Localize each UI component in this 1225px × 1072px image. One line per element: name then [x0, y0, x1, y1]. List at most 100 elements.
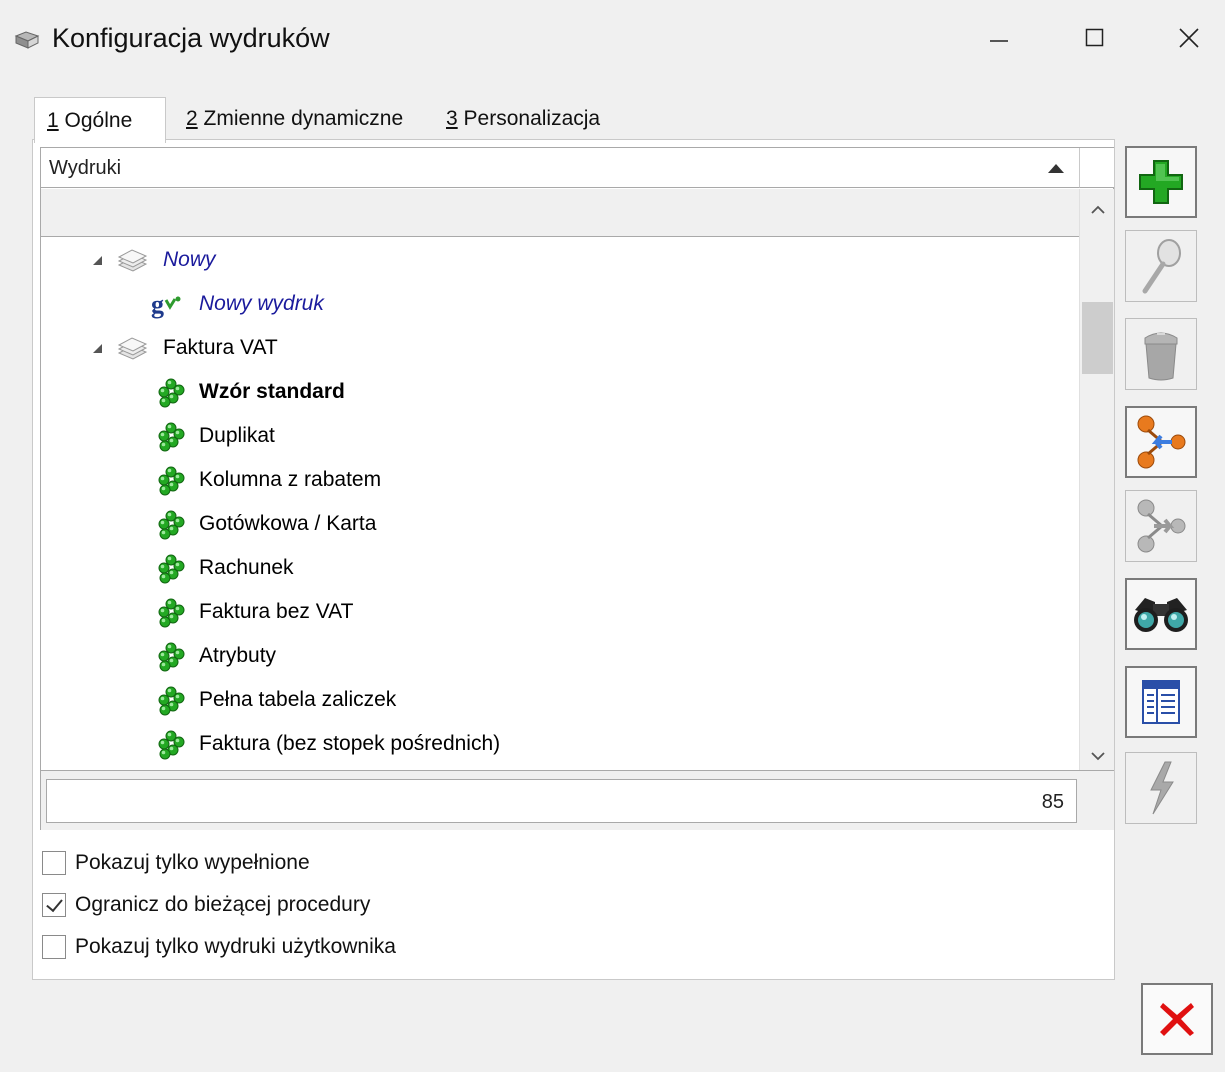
filter-row[interactable] — [41, 189, 1079, 237]
paste-print-button[interactable] — [1125, 490, 1197, 562]
tree-group-row[interactable]: Faktura VAT — [41, 326, 1079, 370]
expand-triangle-icon[interactable] — [93, 344, 102, 353]
tree-row-label: Duplikat — [199, 424, 275, 447]
tree-item-row[interactable]: Rachunek — [41, 546, 1079, 590]
tab-personalizacja[interactable]: 3 Personalizacja — [434, 97, 612, 141]
header-corner — [1079, 148, 1114, 188]
tab-label: Personalizacja — [463, 107, 601, 130]
column-header[interactable]: Wydruki — [41, 148, 1079, 188]
scroll-down-button[interactable] — [1080, 741, 1115, 771]
close-dialog-button[interactable] — [1141, 983, 1213, 1055]
green-clover-icon — [158, 422, 185, 452]
run-button[interactable] — [1125, 752, 1197, 824]
tree-item-row[interactable]: Wzór standard — [41, 370, 1079, 414]
close-window-button[interactable] — [1162, 14, 1216, 62]
tree-row-label: Faktura VAT — [163, 336, 278, 359]
copy-print-icon — [1137, 415, 1186, 469]
prints-grid: Wydruki Nowy g Nowy wydruk Faktura VAT W… — [40, 147, 1114, 830]
paste-print-icon — [1137, 499, 1186, 553]
gv-icon: g — [151, 290, 181, 319]
sort-ascending-icon — [1048, 164, 1064, 173]
checkbox[interactable] — [42, 893, 66, 917]
tree-row-label: Gotówkowa / Karta — [199, 512, 377, 535]
column-header-label: Wydruki — [49, 157, 122, 179]
green-clover-icon — [158, 642, 185, 672]
tree-item-row[interactable]: Faktura (bez stopek pośrednich) — [41, 722, 1079, 766]
document-stack-icon — [117, 337, 148, 360]
tree-item-row[interactable]: Kolumna z rabatem — [41, 458, 1079, 502]
tree-row-label: Wzór standard — [199, 380, 345, 403]
tree-item-row[interactable]: Atrybuty — [41, 634, 1079, 678]
tab-zmienne-dynamiczne[interactable]: 2 Zmienne dynamiczne — [174, 97, 415, 141]
tab-key: 2 — [186, 107, 198, 130]
tree-row-label: Faktura bez VAT — [199, 600, 354, 623]
tab-label: Ogólne — [64, 108, 133, 132]
record-count-box: 85 — [46, 779, 1077, 823]
scroll-thumb[interactable] — [1082, 302, 1113, 374]
option-limit-to-procedure[interactable]: Ogranicz do bieżącej procedury — [42, 890, 370, 920]
title-bar: Konfiguracja wydruków — [0, 0, 1225, 80]
columns-button[interactable] — [1125, 666, 1197, 738]
tree-row-label: Faktura (bez stopek pośrednich) — [199, 732, 501, 755]
grid-footer: 85 — [41, 770, 1114, 830]
tree-row-label: Rachunek — [199, 556, 294, 579]
tab-label: Zmienne dynamiczne — [203, 107, 404, 130]
maximize-button[interactable] — [1068, 14, 1122, 62]
tab-key: 3 — [446, 107, 458, 130]
binoculars-icon — [1134, 598, 1188, 632]
vertical-scrollbar[interactable] — [1079, 189, 1114, 771]
tree-row-label: Kolumna z rabatem — [199, 468, 382, 491]
tree-item-row[interactable]: Gotówkowa / Karta — [41, 502, 1079, 546]
table-columns-icon — [1142, 680, 1180, 724]
red-x-icon — [1160, 1003, 1194, 1036]
lightning-icon — [1150, 761, 1174, 815]
tree-item-row[interactable]: Pełna tabela zaliczek — [41, 678, 1079, 722]
tab-key: 1 — [47, 108, 59, 132]
minimize-icon — [990, 40, 1008, 42]
checkbox[interactable] — [42, 935, 66, 959]
delete-button[interactable] — [1125, 318, 1197, 390]
tree-row-label: Atrybuty — [199, 644, 277, 667]
tree-group-row[interactable]: Nowy — [41, 238, 1079, 282]
magnifier-icon — [1142, 239, 1181, 294]
printer-config-icon — [14, 31, 40, 49]
green-clover-icon — [158, 686, 185, 716]
maximize-icon — [1085, 28, 1104, 47]
tree-row-label: Pełna tabela zaliczek — [199, 688, 397, 711]
scroll-up-button[interactable] — [1080, 195, 1115, 225]
window-title: Konfiguracja wydruków — [52, 23, 330, 53]
tree-item-row[interactable]: g Nowy wydruk — [41, 282, 1079, 326]
option-show-filled-only[interactable]: Pokazuj tylko wypełnione — [42, 848, 310, 878]
tab-ogolne[interactable]: 1 Ogólne — [34, 97, 166, 143]
option-show-user-prints-only[interactable]: Pokazuj tylko wydruki użytkownika — [42, 932, 396, 962]
minimize-button[interactable] — [972, 14, 1026, 62]
svg-text:g: g — [151, 290, 164, 319]
tree-row-label: Nowy — [163, 248, 216, 271]
add-icon — [1139, 160, 1183, 204]
tree-row-label: Nowy wydruk — [199, 292, 324, 315]
green-clover-icon — [158, 730, 185, 760]
preview-button[interactable] — [1125, 230, 1197, 302]
chevron-up-icon — [1090, 205, 1105, 214]
close-icon — [1179, 28, 1199, 48]
green-clover-icon — [158, 598, 185, 628]
search-button[interactable] — [1125, 578, 1197, 650]
add-button[interactable] — [1125, 146, 1197, 218]
checkbox-label: Pokazuj tylko wypełnione — [75, 851, 310, 874]
green-clover-icon — [158, 378, 185, 408]
expand-triangle-icon[interactable] — [93, 256, 102, 265]
tree-item-row[interactable]: Faktura bez VAT — [41, 590, 1079, 634]
checkbox-label: Pokazuj tylko wydruki użytkownika — [75, 935, 396, 958]
green-clover-icon — [158, 510, 185, 540]
copy-print-button[interactable] — [1125, 406, 1197, 478]
checkbox-label: Ogranicz do bieżącej procedury — [75, 893, 371, 916]
checkbox[interactable] — [42, 851, 66, 875]
tree-item-row[interactable]: Duplikat — [41, 414, 1079, 458]
green-clover-icon — [158, 554, 185, 584]
trash-icon — [1144, 332, 1178, 381]
chevron-down-icon — [1090, 752, 1105, 761]
record-count: 85 — [1041, 791, 1064, 813]
prints-tree: Nowy g Nowy wydruk Faktura VAT Wzór stan… — [41, 238, 1079, 770]
green-clover-icon — [158, 466, 185, 496]
document-stack-icon — [117, 249, 148, 272]
